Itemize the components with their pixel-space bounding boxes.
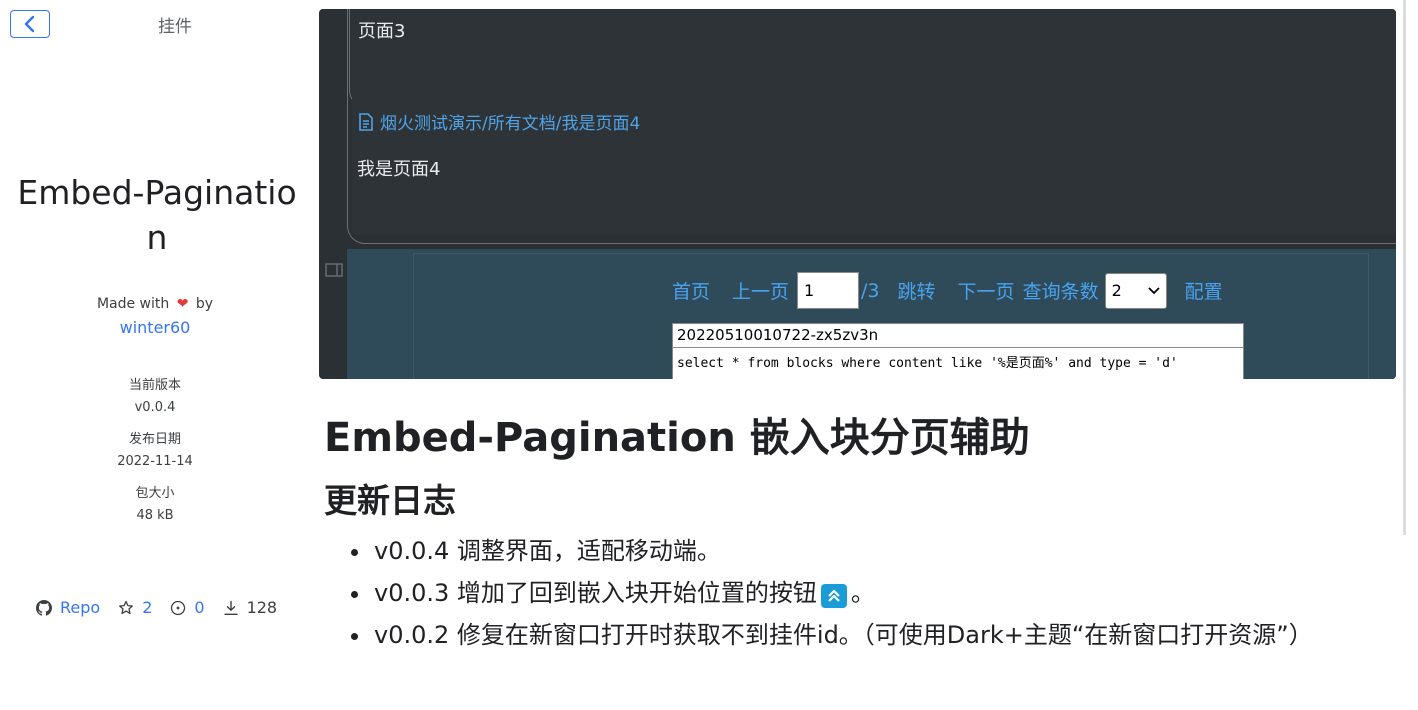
preview-card2-text: 我是页面4	[357, 159, 441, 180]
readme-content: Embed-Pagination 嵌入块分页辅助 更新日志 v0.0.4 调整界…	[324, 408, 1394, 656]
github-icon	[36, 599, 52, 616]
size-label: 包大小	[135, 486, 175, 501]
preview-pager-panel: 首页 上一页 1 /3 跳转 下一页 查询条数 2 配置 20220510010…	[347, 249, 1396, 379]
size-block: 包大小 48 kB	[0, 483, 310, 527]
stats-bar: Repo 2 0 128	[36, 598, 295, 617]
sidebar: 挂件 Embed-Pagination Made with ❤ by winte…	[0, 0, 310, 710]
changelog-heading: 更新日志	[324, 481, 456, 520]
preview-card1-text: 页面3	[358, 21, 406, 42]
pager-count-select: 2	[1104, 272, 1167, 309]
date-label: 发布日期	[128, 432, 181, 447]
pager-page-input: 1	[797, 272, 860, 309]
version-block: 当前版本 v0.0.4	[0, 375, 310, 419]
changelog-item-suffix: 。	[850, 579, 875, 607]
sidebar-toggle-icon	[325, 262, 343, 281]
heart-icon: ❤	[176, 296, 189, 312]
pager-next: 下一页	[957, 281, 1015, 303]
preview-image: 页面3 烟火测试演示/所有文档/我是页面4 我是页面4 首页 上一页 1 /3 …	[319, 9, 1396, 379]
preview-doc-path: 烟火测试演示/所有文档/我是页面4	[358, 109, 640, 134]
pager-count-label: 查询条数	[1022, 281, 1099, 303]
pager-total: /3	[861, 279, 880, 302]
pager-jump: 跳转	[897, 281, 936, 303]
issues-count: 0	[194, 598, 205, 617]
made-with: Made with ❤ by	[0, 296, 310, 312]
version-value: v0.0.4	[134, 400, 176, 415]
stars-stat: 2	[118, 598, 152, 617]
repo-link[interactable]: Repo	[36, 598, 100, 617]
pager-count-value: 2	[1111, 281, 1122, 300]
pager-first: 首页	[672, 281, 711, 303]
made-with-prefix: Made with	[96, 296, 170, 312]
changelog-item: v0.0.4 调整界面，适配移动端。	[372, 530, 1394, 572]
changelog-item: v0.0.3 增加了回到嵌入块开始位置的按钮 。	[372, 572, 1394, 614]
changelog-item-text: v0.0.3 增加了回到嵌入块开始位置的按钮	[374, 579, 817, 607]
scrollbar[interactable]	[1403, 0, 1406, 535]
scroll-to-top-icon	[820, 584, 847, 608]
sql-query: select * from blocks where content like …	[672, 348, 1244, 379]
issue-icon	[171, 600, 186, 615]
sql-box: 20220510010722-zx5zv3n select * from blo…	[672, 323, 1244, 379]
chevron-down-icon	[1147, 286, 1160, 294]
preview-card-page4: 烟火测试演示/所有文档/我是页面4 我是页面4	[352, 97, 1396, 235]
sidebar-title: 挂件	[158, 17, 192, 37]
issues-stat: 0	[170, 598, 205, 617]
changelog-item-text: v0.0.2 修复在新窗口打开时获取不到挂件id。（可使用Dark+主题“在新窗…	[374, 621, 1313, 649]
star-icon	[119, 600, 134, 614]
pager-controls: 首页 上一页 1 /3 跳转 下一页 查询条数 2 配置	[672, 272, 1245, 309]
document-icon	[359, 112, 373, 131]
back-button[interactable]	[10, 10, 50, 38]
pager-prev: 上一页	[732, 281, 790, 303]
date-block: 发布日期 2022-11-14	[0, 429, 310, 473]
date-value: 2022-11-14	[117, 454, 193, 469]
changelog-item-text: v0.0.4 调整界面，适配移动端。	[374, 537, 721, 565]
downloads-count: 128	[246, 598, 278, 617]
preview-pager-inner: 首页 上一页 1 /3 跳转 下一页 查询条数 2 配置 20220510010…	[413, 253, 1369, 379]
chevron-left-icon	[24, 15, 35, 33]
version-label: 当前版本	[128, 378, 181, 393]
stars-count: 2	[142, 598, 153, 617]
changelog-item: v0.0.2 修复在新窗口打开时获取不到挂件id。（可使用Dark+主题“在新窗…	[372, 614, 1394, 656]
package-name: Embed-Pagination	[17, 173, 297, 257]
downloads-stat: 128	[223, 598, 278, 617]
readme-title: Embed-Pagination 嵌入块分页辅助	[324, 415, 1030, 461]
sql-block-id: 20220510010722-zx5zv3n	[672, 323, 1244, 348]
author-link[interactable]: winter60	[0, 318, 310, 337]
repo-label: Repo	[60, 598, 101, 617]
changelog-list: v0.0.4 调整界面，适配移动端。 v0.0.3 增加了回到嵌入块开始位置的按…	[324, 530, 1394, 656]
download-icon	[223, 600, 238, 615]
size-value: 48 kB	[136, 508, 174, 523]
preview-card-page3: 页面3	[349, 9, 1396, 105]
made-with-suffix: by	[195, 296, 214, 312]
preview-doc-path-text: 烟火测试演示/所有文档/我是页面4	[380, 114, 641, 134]
pager-config: 配置	[1184, 281, 1223, 303]
